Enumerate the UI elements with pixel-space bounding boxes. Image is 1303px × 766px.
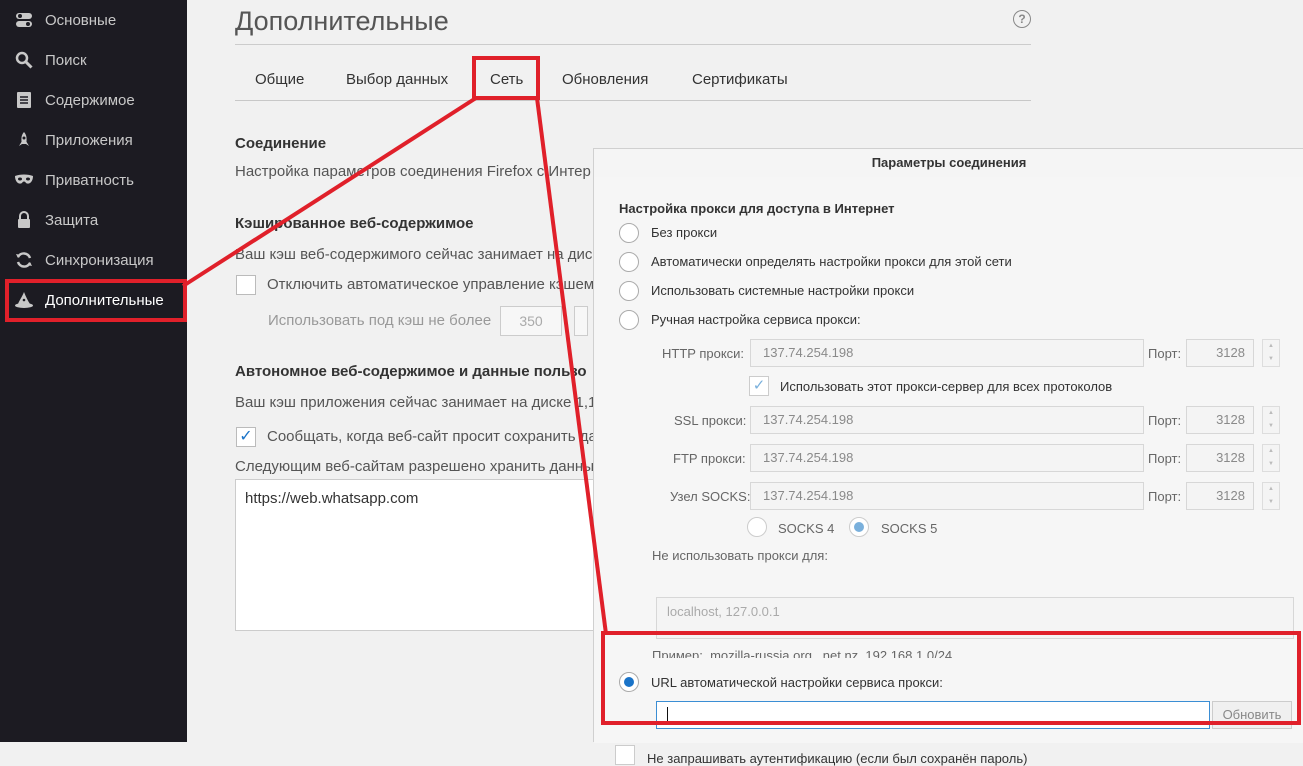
socks-port-label: Порт:: [1148, 489, 1182, 504]
proxy-heading: Настройка прокси для доступа в Интернет: [619, 201, 895, 216]
tab-certificates[interactable]: Сертификаты: [692, 60, 788, 100]
offline-description: Ваш кэш приложения сейчас занимает на ди…: [235, 394, 597, 411]
sync-icon: [14, 250, 34, 270]
system-proxy-radio[interactable]: [619, 281, 639, 301]
manual-proxy-label: Ручная настройка сервиса прокси:: [651, 312, 861, 327]
sidebar-item-label: Поиск: [45, 51, 87, 69]
socks-host-label: Узел SOCKS:: [670, 489, 751, 504]
ftp-port-input[interactable]: 3128: [1186, 444, 1254, 472]
offline-heading: Автономное веб-содержимое и данные польз…: [235, 363, 587, 380]
system-proxy-label: Использовать системные настройки прокси: [651, 283, 915, 298]
sidebar-item-general[interactable]: Основные: [0, 0, 187, 40]
sidebar-item-label: Основные: [45, 11, 117, 29]
sidebar-item-label: Приватность: [45, 171, 134, 189]
no-proxy-radio[interactable]: [619, 223, 639, 243]
no-auth-prompt-checkbox[interactable]: [615, 745, 635, 765]
ftp-proxy-label: FTP прокси:: [673, 451, 746, 466]
socks4-radio[interactable]: [747, 517, 767, 537]
text-caret: [667, 707, 668, 723]
notify-offline-label: Сообщать, когда веб-сайт просит сохранит…: [267, 428, 597, 445]
manual-proxy-radio[interactable]: [619, 310, 639, 330]
reload-pac-button[interactable]: Обновить: [1212, 701, 1292, 729]
ssl-port-spinner[interactable]: ▲ ▼: [1262, 406, 1280, 434]
list-item[interactable]: https://web.whatsapp.com: [236, 480, 636, 517]
share-proxy-label: Использовать этот прокси-сервер для всех…: [780, 379, 1113, 394]
no-proxy-for-textarea[interactable]: localhost, 127.0.0.1: [656, 597, 1294, 639]
cache-size-input[interactable]: 350: [500, 306, 562, 336]
mask-icon: [14, 170, 34, 190]
cache-size-spinner[interactable]: [574, 306, 588, 336]
document-icon: [14, 90, 34, 110]
http-port-spinner[interactable]: ▲ ▼: [1262, 339, 1280, 367]
sidebar-item-label: Дополнительные: [45, 291, 164, 309]
sidebar-item-content[interactable]: Содержимое: [0, 80, 187, 120]
sidebar-item-label: Защита: [45, 211, 99, 229]
pac-url-radio[interactable]: [619, 672, 639, 692]
no-auth-prompt-label: Не запрашивать аутентификацию (если был …: [647, 751, 1028, 766]
ftp-port-spinner[interactable]: ▲ ▼: [1262, 444, 1280, 472]
toggles-icon: [14, 10, 34, 30]
notify-offline-checkbox[interactable]: [236, 427, 256, 447]
sidebar-item-advanced[interactable]: Дополнительные: [0, 280, 187, 320]
pac-url-label: URL автоматической настройки сервиса про…: [651, 675, 943, 690]
dialog-title: Параметры соединения: [594, 149, 1303, 177]
sidebar-item-label: Содержимое: [45, 91, 135, 109]
sidebar: Основные Поиск Содержимое Приложения При…: [0, 0, 187, 742]
http-proxy-label: HTTP прокси:: [662, 346, 745, 361]
cache-description: Ваш кэш веб-содержимого сейчас занимает …: [235, 246, 593, 263]
help-icon[interactable]: ?: [1013, 10, 1031, 28]
tab-general[interactable]: Общие: [255, 60, 304, 100]
ssl-port-label: Порт:: [1148, 413, 1182, 428]
socks5-label: SOCKS 5: [881, 521, 938, 536]
http-port-input[interactable]: 3128: [1186, 339, 1254, 367]
ssl-proxy-label: SSL прокси:: [674, 413, 747, 428]
http-proxy-input[interactable]: 137.74.254.198: [750, 339, 1144, 367]
connection-heading: Соединение: [235, 135, 327, 152]
lock-icon: [14, 210, 34, 230]
offline-sites-list[interactable]: https://web.whatsapp.com: [235, 479, 637, 631]
sidebar-item-privacy[interactable]: Приватность: [0, 160, 187, 200]
tab-update[interactable]: Обновления: [562, 60, 648, 100]
search-icon: [14, 50, 34, 70]
tab-data-choices[interactable]: Выбор данных: [346, 60, 448, 100]
no-proxy-label: Без прокси: [651, 225, 718, 240]
socks5-radio[interactable]: [849, 517, 869, 537]
no-proxy-example: Пример: .mozilla-russia.org, .net.nz, 19…: [652, 648, 953, 658]
socks-port-input[interactable]: 3128: [1186, 482, 1254, 510]
dialog-body: Настройка прокси для доступа в Интернет …: [594, 177, 1303, 766]
rocket-icon: [14, 130, 34, 150]
ssl-port-input[interactable]: 3128: [1186, 406, 1254, 434]
socks-port-spinner[interactable]: ▲ ▼: [1262, 482, 1280, 510]
pac-url-input[interactable]: [656, 701, 1210, 729]
title-divider: [235, 44, 1031, 45]
connection-description: Настройка параметров соединения Firefox …: [235, 163, 591, 180]
share-proxy-checkbox[interactable]: [749, 376, 769, 396]
cache-heading: Кэшированное веб-содержимое: [235, 215, 474, 232]
sidebar-item-label: Приложения: [45, 131, 133, 149]
sidebar-item-label: Синхронизация: [45, 251, 154, 269]
sidebar-item-sync[interactable]: Синхронизация: [0, 240, 187, 280]
no-proxy-for-label: Не использовать прокси для:: [652, 548, 828, 563]
tab-bar: Общие Выбор данных Сеть Обновления Серти…: [235, 60, 1031, 101]
connection-settings-dialog: Параметры соединения Настройка прокси дл…: [593, 148, 1303, 766]
auto-detect-label: Автоматически определять настройки прокс…: [651, 254, 1012, 269]
ftp-port-label: Порт:: [1148, 451, 1182, 466]
wizard-hat-icon: [14, 290, 34, 310]
sidebar-item-security[interactable]: Защита: [0, 200, 187, 240]
override-cache-label: Отключить автоматическое управление кэше…: [267, 276, 595, 293]
cache-limit-label: Использовать под кэш не более: [268, 312, 492, 329]
socks-host-input[interactable]: 137.74.254.198: [750, 482, 1144, 510]
ssl-proxy-input[interactable]: 137.74.254.198: [750, 406, 1144, 434]
socks4-label: SOCKS 4: [778, 521, 835, 536]
offline-sites-label: Следующим веб-сайтам разрешено хранить д…: [235, 458, 594, 475]
override-cache-checkbox[interactable]: [236, 275, 256, 295]
sidebar-item-applications[interactable]: Приложения: [0, 120, 187, 160]
auto-detect-radio[interactable]: [619, 252, 639, 272]
page-title: Дополнительные: [235, 6, 449, 36]
tab-network[interactable]: Сеть: [490, 60, 523, 100]
http-port-label: Порт:: [1148, 346, 1182, 361]
ftp-proxy-input[interactable]: 137.74.254.198: [750, 444, 1144, 472]
sidebar-item-search[interactable]: Поиск: [0, 40, 187, 80]
